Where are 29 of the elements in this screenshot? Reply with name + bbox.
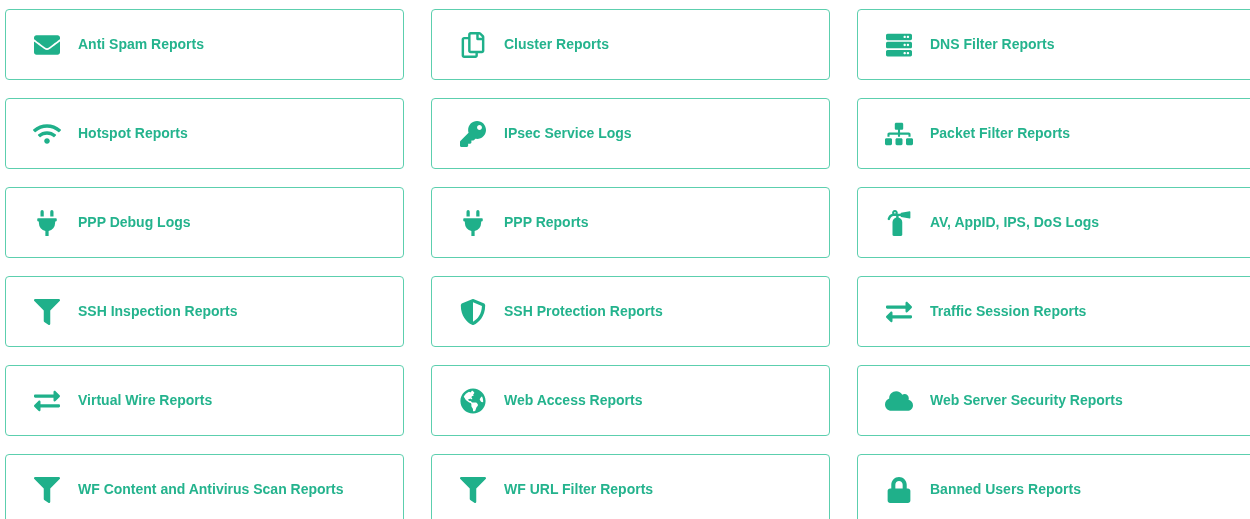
report-card[interactable]: SSH Inspection Reports [5,276,404,347]
report-card[interactable]: Cluster Reports [431,9,830,80]
filter-icon [33,298,61,325]
lock-icon [885,476,913,503]
report-card[interactable]: WF URL Filter Reports [431,454,830,519]
fire-extinguisher-icon [885,209,913,236]
report-card[interactable]: SSH Protection Reports [431,276,830,347]
report-card[interactable]: PPP Debug Logs [5,187,404,258]
filter-icon [33,476,61,503]
globe-icon [459,387,487,414]
filter-icon [459,476,487,503]
report-card[interactable]: Virtual Wire Reports [5,365,404,436]
report-card[interactable]: WF Content and Antivirus Scan Reports [5,454,404,519]
report-card[interactable]: Traffic Session Reports [857,276,1250,347]
report-card[interactable]: PPP Reports [431,187,830,258]
report-card[interactable]: Packet Filter Reports [857,98,1250,169]
report-card[interactable]: IPsec Service Logs [431,98,830,169]
report-card[interactable]: Web Access Reports [431,365,830,436]
report-card[interactable]: DNS Filter Reports [857,9,1250,80]
report-card[interactable]: Hotspot Reports [5,98,404,169]
report-card[interactable]: AV, AppID, IPS, DoS Logs [857,187,1250,258]
server-icon [885,31,913,58]
documents-icon [459,31,487,58]
report-card[interactable]: Web Server Security Reports [857,365,1250,436]
hierarchy-icon [885,120,913,147]
shield-icon [459,298,487,325]
key-icon [459,120,487,147]
report-card[interactable]: Anti Spam Reports [5,9,404,80]
report-card[interactable]: Banned Users Reports [857,454,1250,519]
